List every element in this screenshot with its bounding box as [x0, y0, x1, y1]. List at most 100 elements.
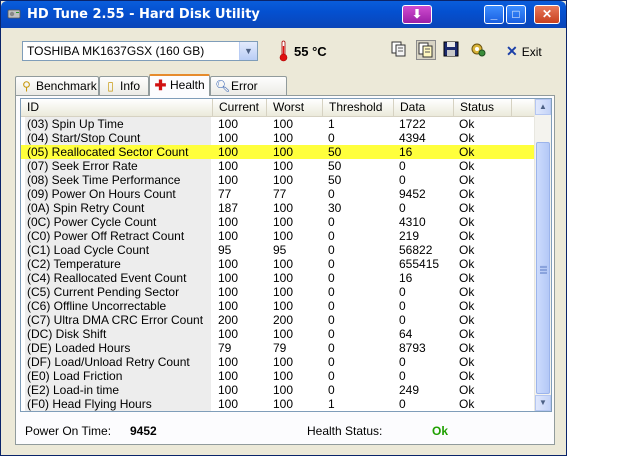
- table-row[interactable]: (DF) Load/Unload Retry Count 100 100 0 0 Ok: [21, 355, 537, 369]
- column-header-threshold[interactable]: Threshold: [323, 99, 394, 116]
- power-on-label: Power On Time:: [25, 424, 112, 438]
- cell-data: 0: [399, 299, 406, 313]
- cell-worst: 100: [273, 159, 294, 173]
- table-row[interactable]: (03) Spin Up Time 100 100 1 1722 Ok: [21, 117, 537, 131]
- tab-info[interactable]: ▯ Info: [99, 76, 149, 95]
- cell-current: 187: [218, 201, 239, 215]
- maximize-button[interactable]: □: [506, 5, 526, 24]
- table-row[interactable]: (05) Reallocated Sector Count 100 100 50 16 O…: [21, 145, 537, 159]
- cell-data: 64: [399, 327, 413, 341]
- cell-threshold: 0: [328, 229, 335, 243]
- cell-data: 4394: [399, 131, 426, 145]
- cell-threshold: 30: [328, 201, 342, 215]
- table-row[interactable]: (C5) Current Pending Sector 100 100 0 0 Ok: [21, 285, 537, 299]
- cell-id: (C1) Load Cycle Count: [25, 243, 211, 257]
- cell-status: Ok: [459, 341, 475, 355]
- cell-current: 100: [218, 383, 239, 397]
- table-row[interactable]: (C6) Offline Uncorrectable 100 100 0 0 Ok: [21, 299, 537, 313]
- chevron-down-icon[interactable]: ▼: [239, 42, 257, 60]
- table-row[interactable]: (04) Start/Stop Count 100 100 0 4394 Ok: [21, 131, 537, 145]
- cell-current: 100: [218, 145, 239, 159]
- cell-threshold: 0: [328, 131, 335, 145]
- cell-threshold: 50: [328, 159, 342, 173]
- table-row[interactable]: (C1) Load Cycle Count 95 95 0 56822 Ok: [21, 243, 537, 257]
- column-header-current[interactable]: Current: [213, 99, 267, 116]
- cell-data: 16: [399, 145, 413, 159]
- health-status-label: Health Status:: [307, 424, 383, 438]
- options-button[interactable]: [469, 40, 489, 60]
- table-row[interactable]: (DE) Loaded Hours 79 79 0 8793 Ok: [21, 341, 537, 355]
- cell-threshold: 0: [328, 215, 335, 229]
- cell-current: 100: [218, 397, 239, 411]
- column-header-id[interactable]: ID: [21, 99, 213, 116]
- scroll-up-button[interactable]: ▲: [535, 99, 551, 115]
- table-row[interactable]: (07) Seek Error Rate 100 100 50 0 Ok: [21, 159, 537, 173]
- close-button[interactable]: ✕: [534, 5, 560, 24]
- drive-select[interactable]: TOSHIBA MK1637GSX (160 GB) ▼: [22, 41, 258, 61]
- info-icon: ▯: [107, 79, 114, 93]
- cell-current: 79: [218, 341, 232, 355]
- window-title: HD Tune 2.55 - Hard Disk Utility: [27, 7, 260, 22]
- cell-id: (DC) Disk Shift: [25, 327, 211, 341]
- cell-current: 100: [218, 355, 239, 369]
- cell-worst: 100: [273, 369, 294, 383]
- copy-all-button[interactable]: [416, 40, 436, 60]
- table-row[interactable]: (09) Power On Hours Count 77 77 0 9452 Ok: [21, 187, 537, 201]
- cell-id: (DE) Loaded Hours: [25, 341, 211, 355]
- tab-benchmark[interactable]: ⚲ Benchmark: [15, 76, 99, 95]
- cell-worst: 100: [273, 229, 294, 243]
- minimize-button[interactable]: _: [484, 5, 504, 24]
- table-row[interactable]: (E0) Load Friction 100 100 0 0 Ok: [21, 369, 537, 383]
- column-header-worst[interactable]: Worst: [267, 99, 323, 116]
- exit-x-icon: ✕: [506, 43, 518, 59]
- cell-threshold: 0: [328, 383, 335, 397]
- title-bar[interactable]: HD Tune 2.55 - Hard Disk Utility ⬇ _ □ ✕: [1, 1, 566, 28]
- cell-current: 100: [218, 215, 239, 229]
- close-icon: ✕: [541, 7, 553, 21]
- cell-status: Ok: [459, 327, 475, 341]
- screenshot-button[interactable]: ⬇: [402, 5, 432, 24]
- table-row[interactable]: (C2) Temperature 100 100 0 655415 Ok: [21, 257, 537, 271]
- smart-attributes-table[interactable]: ID Current Worst Threshold Data Status (…: [20, 98, 552, 412]
- cell-worst: 100: [273, 397, 294, 411]
- drive-select-value: TOSHIBA MK1637GSX (160 GB): [27, 44, 205, 58]
- cell-data: 8793: [399, 341, 426, 355]
- cell-id: (DF) Load/Unload Retry Count: [25, 355, 211, 369]
- cell-data: 0: [399, 173, 406, 187]
- temperature-readout: 55 °C: [294, 44, 327, 59]
- column-header-status[interactable]: Status: [454, 99, 512, 116]
- cell-current: 100: [218, 285, 239, 299]
- cell-worst: 100: [273, 299, 294, 313]
- cell-data: 655415: [399, 257, 440, 271]
- table-row[interactable]: (E2) Load-in time 100 100 0 249 Ok: [21, 383, 537, 397]
- copy-text-button[interactable]: [390, 40, 410, 60]
- cell-id: (05) Reallocated Sector Count: [25, 145, 211, 159]
- cell-current: 100: [218, 229, 239, 243]
- table-row[interactable]: (08) Seek Time Performance 100 100 50 0 Ok: [21, 173, 537, 187]
- scroll-thumb[interactable]: ▬ ▬ ▬: [536, 142, 550, 394]
- table-row[interactable]: (F0) Head Flying Hours 100 100 1 0 Ok: [21, 397, 537, 411]
- cell-worst: 79: [273, 341, 287, 355]
- save-button[interactable]: [442, 40, 462, 60]
- exit-button[interactable]: ✕ Exit: [506, 41, 542, 61]
- table-row[interactable]: (0A) Spin Retry Count 187 100 30 0 Ok: [21, 201, 537, 215]
- cell-worst: 100: [273, 271, 294, 285]
- table-row[interactable]: (DC) Disk Shift 100 100 0 64 Ok: [21, 327, 537, 341]
- tab-health[interactable]: ✚ Health: [149, 74, 210, 96]
- cell-status: Ok: [459, 271, 475, 285]
- column-header-data[interactable]: Data: [394, 99, 454, 116]
- table-header: ID Current Worst Threshold Data Status: [21, 99, 537, 117]
- cell-id: (C7) Ultra DMA CRC Error Count: [25, 313, 211, 327]
- scroll-down-button[interactable]: ▼: [535, 395, 551, 411]
- cell-worst: 95: [273, 243, 287, 257]
- table-row[interactable]: (0C) Power Cycle Count 100 100 0 4310 Ok: [21, 215, 537, 229]
- cell-threshold: 0: [328, 313, 335, 327]
- cell-threshold: 0: [328, 271, 335, 285]
- table-row[interactable]: (C4) Reallocated Event Count 100 100 0 16 Ok: [21, 271, 537, 285]
- table-row[interactable]: (C7) Ultra DMA CRC Error Count 200 200 0 0 Ok: [21, 313, 537, 327]
- tab-error-scan[interactable]: 🔍︎ Error Scan: [210, 76, 287, 111]
- table-row[interactable]: (C0) Power Off Retract Count 100 100 0 219 Ok: [21, 229, 537, 243]
- vertical-scrollbar[interactable]: ▲ ▬ ▬ ▬ ▼: [534, 99, 551, 411]
- cell-data: 249: [399, 383, 420, 397]
- cell-status: Ok: [459, 285, 475, 299]
